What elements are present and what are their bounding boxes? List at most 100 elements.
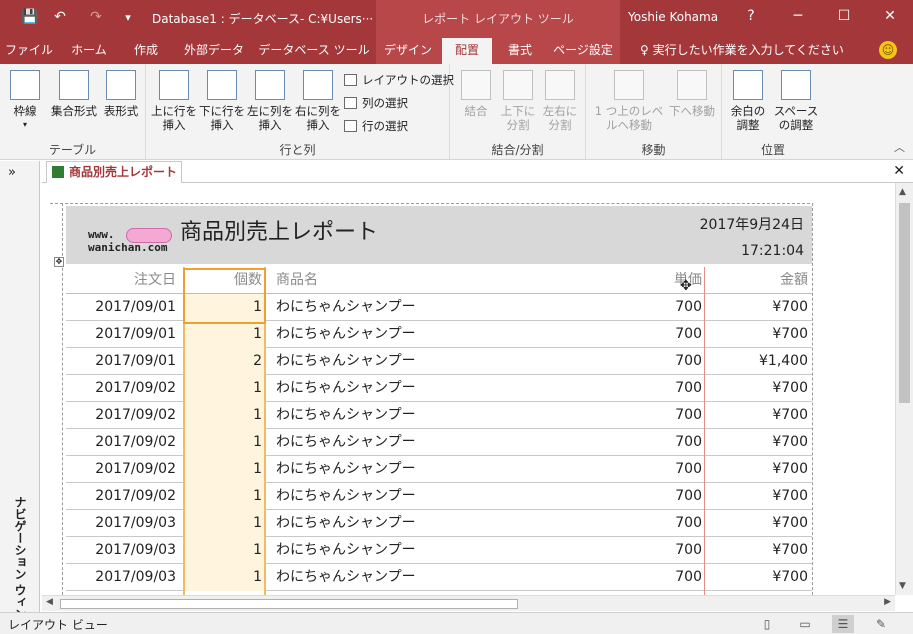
unit-price-cell[interactable]: 700 <box>586 537 706 564</box>
insert-above-button[interactable]: 上に行を挿入 <box>150 70 198 132</box>
save-icon[interactable]: 💾 <box>18 6 42 28</box>
layout-view-icon[interactable]: ☰ <box>832 615 854 633</box>
order-date-cell[interactable]: 2017/09/02 <box>66 456 182 483</box>
unit-price-cell[interactable]: 700 <box>586 483 706 510</box>
product-name-cell[interactable]: わにちゃんシャンプー <box>276 483 576 510</box>
product-name-cell[interactable]: わにちゃんシャンプー <box>276 510 576 537</box>
report-title[interactable]: 商品別売上レポート <box>180 214 378 246</box>
order-date-cell[interactable]: 2017/09/01 <box>66 321 182 348</box>
order-date-cell[interactable]: 2017/09/02 <box>66 402 182 429</box>
tab-database-tools[interactable]: データベース ツール <box>256 36 372 64</box>
undo-icon[interactable]: ↶ <box>48 6 72 28</box>
split-horizontal-button[interactable]: 左右に分割 <box>540 70 580 132</box>
amount-cell[interactable]: ¥700 <box>708 429 810 456</box>
order-date-cell[interactable]: 2017/09/03 <box>66 510 182 537</box>
quantity-cell[interactable]: 1 <box>184 564 266 591</box>
amount-cell[interactable]: ¥1,400 <box>708 348 810 375</box>
unit-price-cell[interactable]: 700 <box>586 564 706 591</box>
unit-price-cell[interactable]: 700 <box>586 348 706 375</box>
unit-price-cell[interactable]: 700 <box>586 294 706 321</box>
product-name-cell[interactable]: わにちゃんシャンプー <box>276 564 576 591</box>
amount-cell[interactable]: ¥700 <box>708 294 810 321</box>
amount-cell[interactable]: ¥700 <box>708 456 810 483</box>
order-date-cell[interactable]: 2017/09/03 <box>66 537 182 564</box>
amount-cell[interactable]: ¥700 <box>708 402 810 429</box>
select-column-button[interactable]: 列の選択 <box>342 93 408 113</box>
quantity-cell[interactable]: 1 <box>184 429 266 456</box>
report-time[interactable]: 17:21:04 <box>741 243 804 259</box>
tell-me-search[interactable]: ♀ 実行したい作業を入力してください <box>640 36 844 64</box>
quantity-cell[interactable]: 1 <box>184 456 266 483</box>
product-name-cell[interactable]: わにちゃんシャンプー <box>276 429 576 456</box>
tab-format[interactable]: 書式 <box>496 36 544 64</box>
quantity-cell[interactable]: 1 <box>184 402 266 429</box>
order-date-cell[interactable]: 2017/09/01 <box>66 348 182 375</box>
close-document-button[interactable]: ✕ <box>893 163 905 179</box>
product-name-cell[interactable]: わにちゃんシャンプー <box>276 294 576 321</box>
horizontal-scrollbar[interactable]: ◀ ▶ <box>42 595 895 611</box>
tab-design[interactable]: デザイン <box>380 36 436 64</box>
padding-button[interactable]: スペースの調整 <box>770 70 822 132</box>
amount-cell[interactable]: ¥700 <box>708 483 810 510</box>
insert-left-button[interactable]: 左に列を挿入 <box>246 70 294 132</box>
quantity-cell[interactable]: 1 <box>184 510 266 537</box>
customize-quick-access-icon[interactable]: ▾ <box>118 6 138 28</box>
order-date-cell[interactable]: 2017/09/02 <box>66 375 182 402</box>
column-header[interactable]: 個数 <box>184 267 266 294</box>
quantity-cell[interactable]: 1 <box>184 294 266 321</box>
horizontal-scroll-thumb[interactable] <box>60 599 518 609</box>
move-down-button[interactable]: 下へ移動 <box>668 70 716 118</box>
scroll-up-icon[interactable]: ▲ <box>899 187 906 197</box>
nav-pane-toggle-button[interactable]: » <box>8 165 16 180</box>
tabular-button[interactable]: 表形式 <box>102 70 140 118</box>
amount-cell[interactable]: ¥700 <box>708 321 810 348</box>
product-name-cell[interactable]: わにちゃんシャンプー <box>276 456 576 483</box>
design-view-icon[interactable]: ✎ <box>870 615 892 633</box>
quantity-cell[interactable]: 1 <box>184 375 266 402</box>
tab-create[interactable]: 作成 <box>120 36 172 64</box>
tab-page-setup[interactable]: ページ設定 <box>550 36 616 64</box>
scroll-left-icon[interactable]: ◀ <box>46 597 53 607</box>
insert-right-button[interactable]: 右に列を挿入 <box>294 70 342 132</box>
report-canvas[interactable]: www. wanichan.com 商品別売上レポート 2017年9月24日 1… <box>42 183 895 595</box>
report-view-icon[interactable]: ▯ <box>756 615 778 633</box>
product-name-cell[interactable]: わにちゃんシャンプー <box>276 348 576 375</box>
unit-price-cell[interactable]: 700 <box>586 429 706 456</box>
amount-cell[interactable]: ¥700 <box>708 510 810 537</box>
product-name-cell[interactable]: わにちゃんシャンプー <box>276 321 576 348</box>
quantity-cell[interactable]: 1 <box>184 537 266 564</box>
tab-home[interactable]: ホーム <box>62 36 116 64</box>
scroll-down-icon[interactable]: ▼ <box>899 581 906 591</box>
scroll-right-icon[interactable]: ▶ <box>884 597 891 607</box>
stacked-button[interactable]: 集合形式 <box>48 70 100 118</box>
unit-price-cell[interactable]: 700 <box>586 510 706 537</box>
amount-cell[interactable]: ¥700 <box>708 537 810 564</box>
order-date-cell[interactable]: 2017/09/02 <box>66 429 182 456</box>
product-name-cell[interactable]: わにちゃんシャンプー <box>276 375 576 402</box>
vertical-scroll-thumb[interactable] <box>899 203 910 403</box>
unit-price-cell[interactable]: 700 <box>586 321 706 348</box>
unit-price-cell[interactable]: 700 <box>586 456 706 483</box>
amount-cell[interactable]: ¥700 <box>708 375 810 402</box>
vertical-scrollbar[interactable]: ▲ ▼ <box>895 183 913 595</box>
column-header[interactable]: 注文日 <box>66 267 182 294</box>
help-button[interactable]: ? <box>728 0 774 32</box>
tab-file[interactable]: ファイル <box>0 36 58 64</box>
order-date-cell[interactable]: 2017/09/02 <box>66 483 182 510</box>
product-name-cell[interactable]: わにちゃんシャンプー <box>276 402 576 429</box>
margins-button[interactable]: 余白の調整 <box>726 70 770 132</box>
tab-external-data[interactable]: 外部データ <box>176 36 252 64</box>
insert-below-button[interactable]: 下に行を挿入 <box>198 70 246 132</box>
print-preview-icon[interactable]: ▭ <box>794 615 816 633</box>
amount-cell[interactable]: ¥700 <box>708 564 810 591</box>
maximize-button[interactable]: ☐ <box>821 0 867 32</box>
minimize-button[interactable]: ─ <box>775 0 821 32</box>
split-vertical-button[interactable]: 上下に分割 <box>498 70 538 132</box>
layout-move-handle-icon[interactable]: ✥ <box>54 257 64 267</box>
unit-price-cell[interactable]: 700 <box>586 375 706 402</box>
report-date[interactable]: 2017年9月24日 <box>700 214 804 234</box>
order-date-cell[interactable]: 2017/09/01 <box>66 294 182 321</box>
document-tab-report[interactable]: 商品別売上レポート <box>46 161 182 183</box>
move-up-button[interactable]: 1 つ上のレベルへ移動 <box>590 70 668 132</box>
product-name-cell[interactable]: わにちゃんシャンプー <box>276 537 576 564</box>
